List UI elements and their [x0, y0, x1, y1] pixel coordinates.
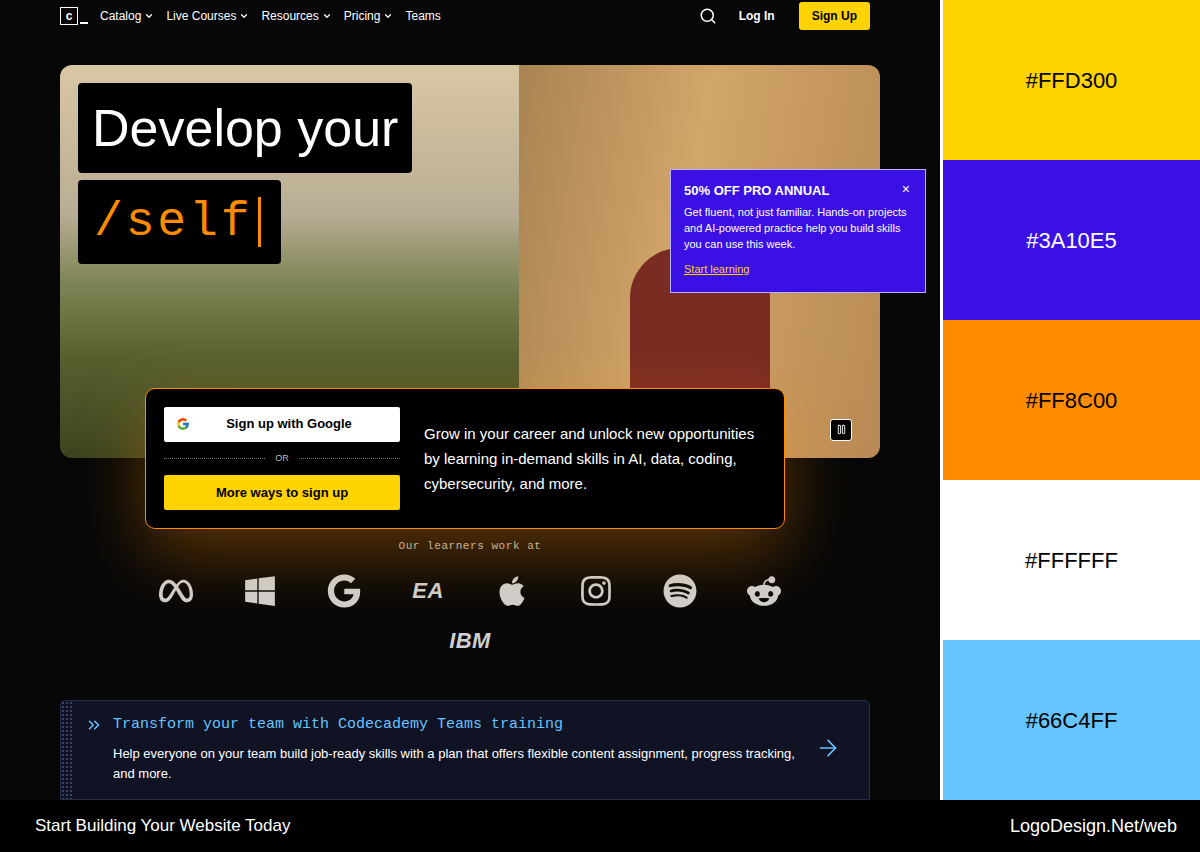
- showcase: c Catalog Live Courses Resources Pricing Team…: [0, 0, 1200, 800]
- signup-blurb: Grow in your career and unlock new oppor…: [424, 421, 766, 496]
- instagram-icon: [579, 574, 613, 608]
- reddit-icon: [747, 574, 781, 608]
- arrow-right-icon[interactable]: [815, 735, 841, 761]
- website-screenshot: c Catalog Live Courses Resources Pricing Team…: [0, 0, 940, 800]
- google-icon: [176, 417, 190, 431]
- more-signup-button[interactable]: More ways to sign up: [164, 475, 400, 510]
- nav-item[interactable]: Resources: [261, 7, 331, 25]
- footer-site[interactable]: LogoDesign.Net/web: [1010, 813, 1177, 840]
- search-icon[interactable]: [699, 7, 717, 25]
- nav-item[interactable]: Pricing: [344, 7, 394, 25]
- nav-item[interactable]: Live Courses: [166, 7, 249, 25]
- typed-word: /self: [78, 180, 281, 264]
- login-link[interactable]: Log In: [739, 7, 775, 25]
- meta-icon: [159, 574, 193, 608]
- caret-icon: [239, 11, 249, 21]
- codecademy-logo[interactable]: c: [60, 7, 88, 25]
- caret-icon: [383, 11, 393, 21]
- color-swatch: #3A10E5: [943, 160, 1200, 320]
- color-swatch: #FF8C00: [943, 320, 1200, 480]
- google-icon: [327, 574, 361, 608]
- chevrons-icon: [85, 716, 103, 734]
- company-logos-second-row: IBM: [0, 627, 940, 655]
- promo-link[interactable]: Start learning: [684, 261, 749, 278]
- google-signup-button[interactable]: Sign up with Google: [164, 407, 400, 442]
- text-cursor: [258, 197, 261, 247]
- windows-icon: [243, 574, 277, 608]
- footer-bar: Start Building Your Website Today LogoDes…: [0, 800, 1200, 852]
- color-swatch: #66C4FF: [943, 640, 1200, 800]
- color-swatch: #FFFFFF: [943, 480, 1200, 640]
- color-swatch: #FFD300: [943, 0, 1200, 160]
- teams-banner[interactable]: Transform your team with Codecademy Team…: [60, 700, 870, 800]
- color-palette: #FFD300#3A10E5#FF8C00#FFFFFF#66C4FF: [943, 0, 1200, 800]
- teams-body: Help everyone on your team build job-rea…: [85, 744, 805, 784]
- video-toggle[interactable]: [830, 419, 852, 441]
- apple-icon: [495, 574, 529, 608]
- pause-icon: [836, 424, 847, 435]
- nav-item[interactable]: Teams: [405, 7, 440, 25]
- company-logo: IBM: [449, 623, 491, 659]
- hero-section: Develop your/self50% OFF PRO ANNUAL×Get …: [60, 65, 880, 511]
- footer-tagline: Start Building Your Website Today: [35, 813, 290, 839]
- learners-heading: Our learners work at: [0, 540, 940, 552]
- headline: Develop your: [78, 83, 412, 173]
- close-button[interactable]: ×: [900, 182, 912, 196]
- promo-body: Get fluent, not just familiar. Hands-on …: [684, 204, 912, 252]
- caret-icon: [144, 11, 154, 21]
- spotify-icon: [663, 574, 697, 608]
- signup-button[interactable]: Sign Up: [799, 2, 870, 30]
- nav-item[interactable]: Catalog: [100, 7, 154, 25]
- teams-title: Transform your team with Codecademy Team…: [113, 714, 563, 737]
- company-logo: EA: [412, 573, 443, 609]
- signup-card: Sign up with Google OR More ways to sign u…: [145, 388, 785, 530]
- nav-menu: Catalog Live Courses Resources Pricing Teams: [100, 7, 441, 25]
- promo-title: 50% OFF PRO ANNUAL: [684, 182, 829, 200]
- top-nav: c Catalog Live Courses Resources Pricing Team…: [0, 0, 940, 33]
- or-divider: OR: [164, 452, 400, 466]
- promo-popup: 50% OFF PRO ANNUAL × Get fluent, not just …: [670, 169, 926, 293]
- company-logos: EA: [0, 573, 940, 609]
- caret-icon: [322, 11, 332, 21]
- page: c Catalog Live Courses Resources Pricing Team…: [0, 0, 1200, 852]
